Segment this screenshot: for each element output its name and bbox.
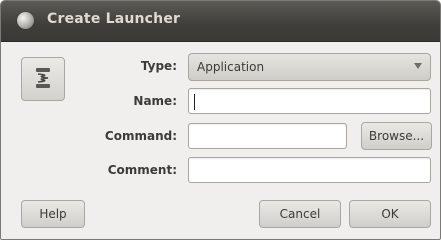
- launcher-icon-button[interactable]: [21, 57, 65, 101]
- ok-button[interactable]: OK: [349, 200, 431, 228]
- comment-field[interactable]: [188, 157, 431, 183]
- command-label: Command:: [104, 129, 177, 143]
- text-cursor: [194, 94, 195, 110]
- help-button[interactable]: Help: [21, 200, 85, 228]
- chevron-down-icon: [414, 63, 422, 69]
- type-combobox[interactable]: Application: [188, 53, 431, 81]
- name-field[interactable]: [188, 88, 431, 114]
- create-launcher-dialog: Create Launcher Type: Application Name: …: [0, 0, 441, 240]
- title-bar[interactable]: Create Launcher: [1, 1, 440, 42]
- browse-button-label: Browse...: [368, 129, 425, 143]
- command-field[interactable]: [188, 123, 347, 149]
- type-selected-value: Application: [197, 60, 265, 74]
- window-title: Create Launcher: [47, 11, 181, 27]
- browse-button[interactable]: Browse...: [361, 122, 432, 150]
- cancel-button[interactable]: Cancel: [259, 200, 341, 228]
- name-label: Name:: [133, 94, 177, 108]
- help-button-label: Help: [39, 207, 67, 221]
- spring-launcher-icon: [36, 68, 50, 88]
- cancel-button-label: Cancel: [279, 207, 321, 221]
- comment-label: Comment:: [107, 163, 177, 177]
- window-menu-icon[interactable]: [17, 12, 34, 29]
- ok-button-label: OK: [381, 207, 399, 221]
- type-label: Type:: [140, 59, 177, 73]
